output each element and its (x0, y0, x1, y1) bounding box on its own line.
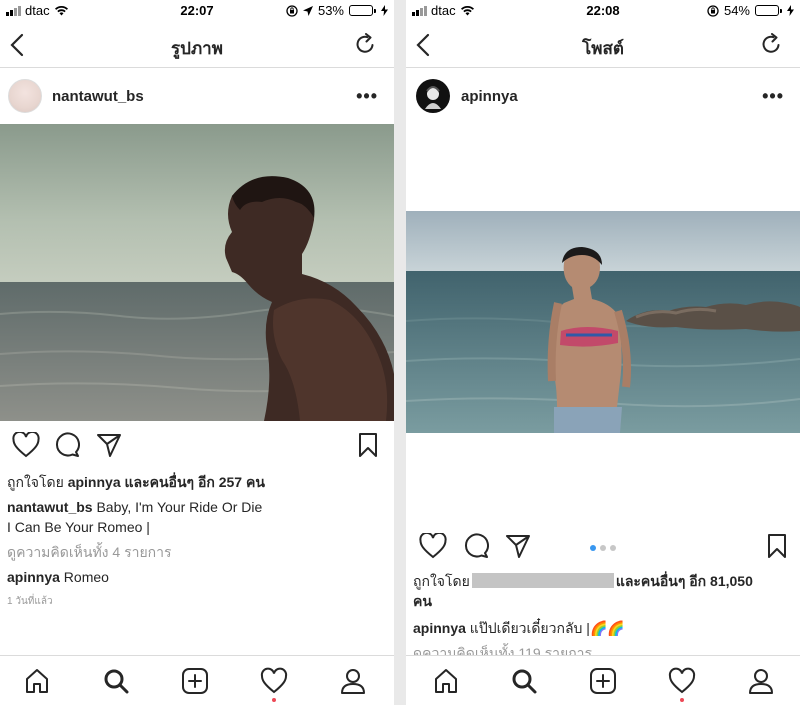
comment: apinnya Romeo (7, 569, 109, 585)
heart-icon[interactable] (12, 432, 40, 458)
status-bar: dtac 22:07 53% (0, 0, 394, 22)
bookmark-icon[interactable] (767, 533, 787, 559)
caption-username[interactable]: apinnya (413, 620, 466, 636)
add-icon[interactable] (589, 667, 617, 695)
battery-percent: 53% (317, 3, 344, 18)
location-icon (302, 5, 313, 16)
nav-bar: รูปภาพ (0, 22, 394, 68)
battery-icon (349, 5, 376, 16)
caption: apinnya แป๊ปเดียวเดี๋ยวกลับ |🌈🌈 (413, 620, 625, 636)
caption-username[interactable]: nantawut_bs (7, 499, 93, 515)
redacted-username (471, 573, 614, 588)
charging-icon (381, 5, 388, 16)
left-screen: dtac 22:07 53% รูปภาพ nantawut_bs ••• ถู… (0, 0, 394, 705)
carousel-indicator (590, 545, 616, 551)
activity-icon[interactable] (668, 667, 696, 695)
post-timestamp: 1 วันที่แล้ว (7, 596, 53, 607)
carousel-dot (590, 545, 596, 551)
caption: nantawut_bs Baby, I'm Your Ride Or Die I… (7, 499, 263, 535)
right-screen: dtac 22:08 54% โพสต์ apinnya ••• ถูกใจโด… (406, 0, 800, 705)
avatar[interactable] (8, 79, 42, 113)
post-header: apinnya ••• (406, 68, 800, 124)
activity-notification-dot (680, 698, 684, 702)
charging-icon (787, 5, 794, 16)
more-icon[interactable]: ••• (356, 86, 378, 107)
heart-icon[interactable] (419, 533, 447, 559)
page-title: โพสต์ (582, 39, 624, 58)
post-username[interactable]: nantawut_bs (52, 88, 144, 105)
refresh-icon[interactable] (354, 33, 376, 55)
likes-line: ถูกใจโดย และคนอื่นๆ อีก 81,050 คน (413, 573, 753, 609)
home-icon[interactable] (432, 667, 460, 695)
home-icon[interactable] (23, 667, 51, 695)
add-icon[interactable] (181, 667, 209, 695)
comment-icon[interactable] (54, 432, 80, 458)
battery-percent: 54% (723, 3, 750, 18)
more-icon[interactable]: ••• (762, 86, 784, 107)
tab-bar (0, 655, 394, 705)
post-actions (406, 533, 800, 563)
view-comments-link[interactable]: ดูความคิดเห็นทั้ง 4 รายการ (7, 542, 384, 562)
carousel-dot (600, 545, 606, 551)
post-username[interactable]: apinnya (461, 88, 518, 105)
search-icon[interactable] (102, 667, 130, 695)
refresh-icon[interactable] (760, 33, 782, 55)
nav-bar: โพสต์ (406, 22, 800, 68)
carousel-dot (610, 545, 616, 551)
liked-by-user[interactable]: apinnya (68, 474, 121, 490)
search-icon[interactable] (510, 667, 538, 695)
rotation-lock-icon (707, 4, 719, 17)
rotation-lock-icon (286, 4, 298, 17)
avatar[interactable] (416, 79, 450, 113)
post-photo[interactable] (0, 124, 394, 421)
profile-icon[interactable] (747, 667, 775, 695)
battery-icon (755, 5, 782, 16)
status-bar: dtac 22:08 54% (406, 0, 800, 22)
page-title: รูปภาพ (171, 39, 223, 58)
share-icon[interactable] (96, 432, 122, 458)
activity-icon[interactable] (260, 667, 288, 695)
share-icon[interactable] (505, 533, 531, 559)
comment-username[interactable]: apinnya (7, 569, 60, 585)
post-actions (0, 432, 394, 462)
profile-icon[interactable] (339, 667, 367, 695)
post-header: nantawut_bs ••• (0, 68, 394, 124)
likes-line: ถูกใจโดย apinnya และคนอื่นๆ อีก 257 คน (7, 474, 265, 490)
post-photo[interactable] (406, 211, 800, 433)
activity-notification-dot (272, 698, 276, 702)
comment-icon[interactable] (463, 533, 489, 559)
tab-bar (406, 655, 800, 705)
bookmark-icon[interactable] (358, 432, 378, 458)
